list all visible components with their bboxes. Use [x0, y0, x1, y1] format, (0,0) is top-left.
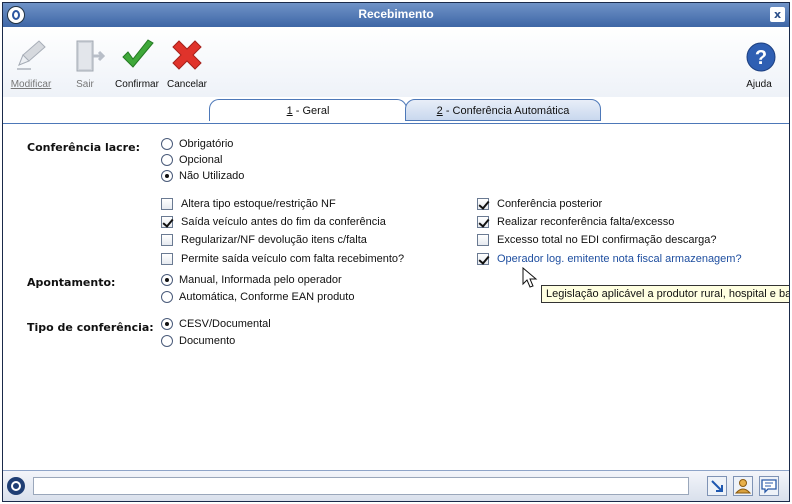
sair-label: Sair: [76, 79, 94, 90]
radio-obrigatorio[interactable]: Obrigatório: [161, 136, 233, 152]
checkbox-label: Operador log. emitente nota fiscal armaz…: [497, 253, 742, 265]
sair-button[interactable]: Sair: [65, 35, 106, 90]
tab-strip: 1 - Geral 2 - Conferência Automática: [3, 97, 789, 124]
status-message-field: [33, 477, 689, 495]
radio-label: Automática, Conforme EAN produto: [179, 291, 355, 303]
check-regularizar-nf[interactable]: Regularizar/NF devolução itens c/falta: [161, 232, 367, 248]
radio-opcional[interactable]: Opcional: [161, 152, 222, 168]
radio-label: Opcional: [179, 154, 223, 166]
radio-button[interactable]: [161, 154, 173, 167]
radio-label: Não Utilizado: [179, 170, 245, 182]
edit-icon: [17, 40, 46, 70]
check-conferencia-posterior[interactable]: Conferência posterior: [477, 196, 602, 212]
checkbox[interactable]: [477, 234, 489, 247]
modificar-label: Modificar: [10, 79, 52, 90]
radio-manual[interactable]: Manual, Informada pelo operador: [161, 272, 342, 288]
radio-label: Obrigatório: [179, 138, 234, 150]
conferencia-lacre-label: Conferência lacre:: [27, 141, 140, 154]
radio-documento[interactable]: Documento: [161, 333, 235, 349]
close-button[interactable]: x: [770, 7, 785, 22]
exit-door-icon: [76, 40, 106, 72]
checkbox[interactable]: [161, 198, 173, 211]
radio-label: Manual, Informada pelo operador: [179, 274, 342, 286]
message-icon[interactable]: [759, 476, 779, 496]
radio-button[interactable]: [161, 318, 173, 331]
tab-geral[interactable]: 1 - Geral: [209, 99, 407, 121]
status-logo-icon: [7, 477, 25, 495]
checkbox[interactable]: [161, 216, 173, 229]
radio-nao-utilizado[interactable]: Não Utilizado: [161, 168, 244, 184]
tipo-conferencia-label: Tipo de conferência:: [27, 321, 154, 334]
tab-conferencia-label: - Conferência Automática: [442, 105, 570, 117]
checkbox[interactable]: [477, 216, 489, 229]
ajuda-button[interactable]: ? Ajuda: [739, 35, 779, 90]
ajuda-label: Ajuda: [746, 79, 772, 90]
radio-button[interactable]: [161, 170, 173, 183]
check-altera-tipo-estoque[interactable]: Altera tipo estoque/restrição NF: [161, 196, 336, 212]
user-icon[interactable]: [733, 476, 753, 496]
help-icon: ?: [746, 42, 776, 72]
radio-cesv-documental[interactable]: CESV/Documental: [161, 316, 271, 332]
radio-label: CESV/Documental: [179, 318, 271, 330]
checkbox[interactable]: [161, 234, 173, 247]
cancelar-label: Cancelar: [166, 79, 208, 90]
confirmar-label: Confirmar: [115, 79, 159, 90]
modificar-button[interactable]: Modificar: [5, 35, 57, 90]
recebimento-window: Recebimento x Modificar Sair Confirmar C…: [2, 2, 790, 502]
cancel-x-icon: [172, 40, 202, 70]
checkbox-label: Regularizar/NF devolução itens c/falta: [181, 234, 367, 246]
checkbox-label: Conferência posterior: [497, 198, 603, 210]
checkbox[interactable]: [161, 253, 173, 266]
tooltip: Legislação aplicável a produtor rural, h…: [541, 285, 789, 303]
check-saida-veiculo[interactable]: Saída veículo antes do fim da conferênci…: [161, 214, 386, 230]
mouse-pointer-icon: [522, 267, 538, 288]
svg-text:?: ?: [755, 47, 767, 69]
cancelar-button[interactable]: Cancelar: [163, 35, 211, 90]
window-title: Recebimento: [358, 7, 434, 21]
status-bar: [3, 470, 789, 501]
checkbox[interactable]: [477, 198, 489, 211]
radio-button[interactable]: [161, 138, 173, 151]
check-permite-saida[interactable]: Permite saída veículo com falta recebime…: [161, 251, 404, 267]
radio-label: Documento: [179, 335, 236, 347]
checkbox-label: Realizar reconferência falta/excesso: [497, 216, 675, 228]
radio-button[interactable]: [161, 274, 173, 287]
checkbox-label: Altera tipo estoque/restrição NF: [181, 198, 336, 210]
tab-conferencia-automatica[interactable]: 2 - Conferência Automática: [405, 99, 601, 121]
tab-geral-label: - Geral: [292, 105, 330, 117]
check-operador-log[interactable]: Operador log. emitente nota fiscal armaz…: [477, 251, 742, 267]
checkbox-label: Saída veículo antes do fim da conferênci…: [181, 216, 386, 228]
check-excesso-total-edi[interactable]: Excesso total no EDI confirmação descarg…: [477, 232, 717, 248]
checkbox-label: Permite saída veículo com falta recebime…: [181, 253, 405, 265]
check-realizar-reconferencia[interactable]: Realizar reconferência falta/excesso: [477, 214, 674, 230]
radio-button[interactable]: [161, 291, 173, 304]
radio-button[interactable]: [161, 335, 173, 348]
checkbox[interactable]: [477, 253, 489, 266]
toolbar: Modificar Sair Confirmar Cancelar ? Ajud…: [3, 27, 789, 97]
checkmark-icon: [122, 39, 154, 68]
resize-arrow-icon[interactable]: [707, 476, 727, 496]
checkbox-label: Excesso total no EDI confirmação descarg…: [497, 234, 717, 246]
confirmar-button[interactable]: Confirmar: [111, 35, 163, 90]
radio-automatica[interactable]: Automática, Conforme EAN produto: [161, 289, 354, 305]
title-bar[interactable]: Recebimento x: [3, 3, 789, 27]
apontamento-label: Apontamento:: [27, 276, 116, 289]
